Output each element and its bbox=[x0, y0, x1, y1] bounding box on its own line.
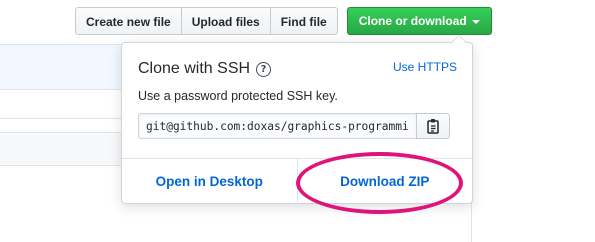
clone-or-download-label: Clone or download bbox=[358, 14, 467, 28]
clone-url-row bbox=[138, 113, 450, 139]
clone-title: Clone with SSH ? bbox=[138, 60, 272, 78]
upload-files-button[interactable]: Upload files bbox=[180, 7, 271, 35]
file-actions-group: Create new file Upload files Find file bbox=[75, 7, 338, 35]
copy-to-clipboard-button[interactable] bbox=[416, 113, 450, 139]
download-zip-highlight-annotation bbox=[296, 152, 463, 214]
file-navigation-toolbar: Create new file Upload files Find file C… bbox=[75, 7, 492, 35]
clippy-icon bbox=[427, 119, 439, 134]
question-circle-icon[interactable]: ? bbox=[256, 61, 272, 77]
clone-url-input[interactable] bbox=[138, 113, 417, 139]
dropdown-pointer-fill bbox=[452, 36, 466, 43]
create-new-file-button[interactable]: Create new file bbox=[75, 7, 182, 35]
clone-description: Use a password protected SSH key. bbox=[138, 89, 338, 103]
clone-title-text: Clone with SSH bbox=[138, 60, 251, 77]
find-file-button[interactable]: Find file bbox=[269, 7, 338, 35]
caret-down-icon bbox=[471, 20, 480, 24]
open-in-desktop-button[interactable]: Open in Desktop bbox=[122, 159, 297, 203]
use-https-link[interactable]: Use HTTPS bbox=[393, 60, 457, 74]
clone-or-download-button[interactable]: Clone or download bbox=[346, 7, 492, 35]
